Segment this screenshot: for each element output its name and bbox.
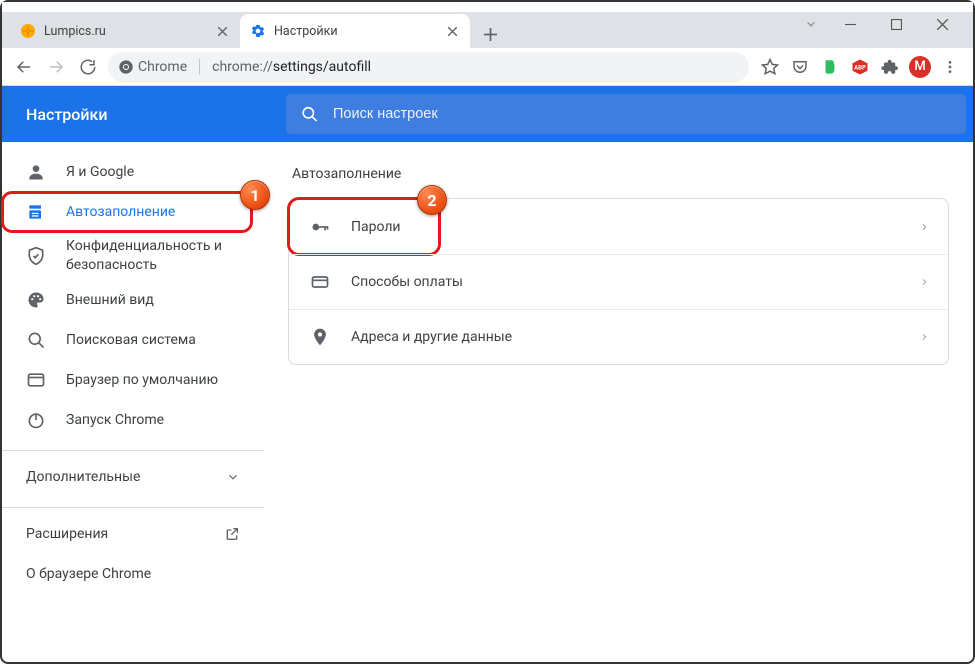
secure-label: Chrome [138,59,187,75]
bookmark-star-icon[interactable] [759,56,781,78]
autofill-icon [26,202,46,222]
search-icon [26,330,46,350]
section-title: Автозаполнение [292,166,949,182]
autofill-card: Пароли 2 . Способы оплаты Адреса и дру [288,198,949,365]
window-maximize-button[interactable] [873,10,919,38]
sidebar-about-chrome[interactable]: О браузере Chrome [2,554,264,594]
tab-title: Настройки [274,24,444,39]
forward-button[interactable] [40,51,72,83]
tab-settings[interactable]: Настройки [240,14,470,48]
window-minimize-button[interactable] [827,10,873,38]
address-bar[interactable]: Chrome chrome://settings/autofill [108,52,749,82]
sidebar-item-appearance[interactable]: Внешний вид [2,280,252,320]
sidebar-extensions[interactable]: Расширения [2,514,264,554]
tab-lumpics[interactable]: Lumpics.ru [10,14,240,48]
sidebar-item-label: Внешний вид [66,291,154,310]
settings-sidebar: Я и Google Автозаполнение 1 Конфиденциал… [2,142,264,662]
tab-title: Lumpics.ru [44,24,214,39]
favicon-lumpics [20,23,36,39]
shield-icon [26,246,46,266]
credit-card-icon [309,272,331,292]
settings-main: Автозаполнение Пароли 2 . Способы оп [264,142,973,662]
location-icon [309,327,331,347]
sidebar-item-label: Я и Google [66,163,134,182]
sidebar-extensions-label: Расширения [26,526,108,542]
browser-icon [26,370,46,390]
sidebar-item-label: Браузер по умолчанию [66,371,218,390]
chevron-right-icon [920,276,928,288]
settings-search[interactable] [286,94,966,134]
person-icon [26,162,46,182]
close-icon[interactable] [214,23,230,39]
new-tab-button[interactable] [476,20,504,48]
row-label: Адреса и другие данные [351,329,512,345]
row-passwords-full[interactable]: . [289,199,948,254]
palette-icon [26,290,46,310]
chevron-right-icon [920,221,928,233]
sidebar-about-label: О браузере Chrome [26,566,151,582]
window-close-button[interactable] [919,10,965,38]
sidebar-item-autofill[interactable]: Автозаполнение [2,192,252,232]
sidebar-item-label: Автозаполнение [66,203,175,222]
close-icon[interactable] [444,23,460,39]
profile-avatar[interactable]: M [909,56,931,78]
power-icon [26,410,46,430]
gear-icon [250,23,266,39]
sidebar-item-label: Конфиденциальность и безопасность [66,237,228,275]
sidebar-advanced[interactable]: Дополнительные [2,457,264,497]
sidebar-item-you-and-google[interactable]: Я и Google [2,152,252,192]
abp-icon[interactable]: ABP [849,56,871,78]
extensions-puzzle-icon[interactable] [879,56,901,78]
sidebar-item-privacy[interactable]: Конфиденциальность и безопасность [2,232,252,280]
window-pin-icon [795,10,827,38]
settings-header: Настройки [2,86,973,142]
evernote-icon[interactable] [819,56,841,78]
url-scheme: chrome:// [212,59,273,75]
sidebar-item-default-browser[interactable]: Браузер по умолчанию [2,360,252,400]
settings-search-input[interactable] [333,106,952,122]
open-external-icon [224,526,240,542]
row-label: Способы оплаты [351,274,463,290]
search-icon [300,104,319,124]
row-payment-methods[interactable]: Способы оплаты [289,254,948,309]
sidebar-item-search-engine[interactable]: Поисковая система [2,320,252,360]
reload-button[interactable] [72,51,104,83]
row-addresses[interactable]: Адреса и другие данные [289,309,948,364]
annotation-badge-1: 1 [240,180,270,210]
toolbar: Chrome chrome://settings/autofill ABP M [2,48,973,86]
sidebar-item-label: Запуск Chrome [66,411,164,430]
chrome-menu-button[interactable] [939,56,961,78]
chevron-right-icon [920,331,928,343]
chevron-down-icon [226,470,240,484]
url-path: settings/autofill [273,59,371,75]
chrome-icon: Chrome [118,59,204,75]
pocket-icon[interactable] [789,56,811,78]
back-button[interactable] [8,51,40,83]
settings-title: Настройки [2,105,264,124]
sidebar-item-on-startup[interactable]: Запуск Chrome [2,400,252,440]
sidebar-item-label: Поисковая система [66,331,196,350]
svg-text:ABP: ABP [854,64,866,71]
sidebar-advanced-label: Дополнительные [26,469,140,485]
